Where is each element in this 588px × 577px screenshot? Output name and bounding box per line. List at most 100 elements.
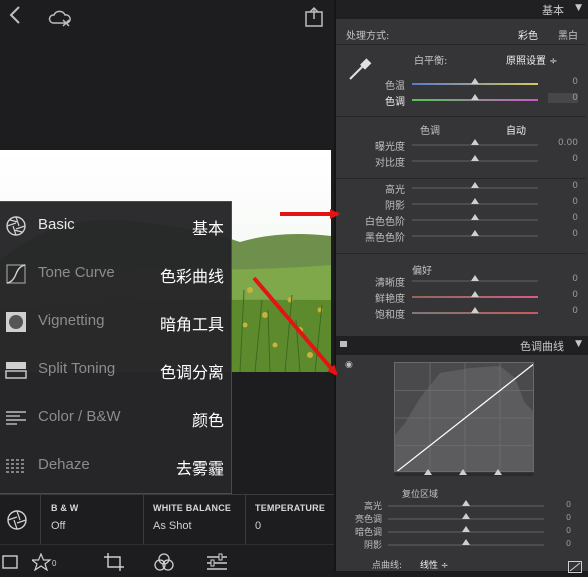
tone-curve-panel-header[interactable]: 色调曲线 ▼ bbox=[336, 336, 588, 355]
region-slider-thumb[interactable] bbox=[462, 513, 470, 519]
slider-value[interactable]: 0 bbox=[548, 93, 578, 103]
menu-item-dehaze[interactable]: Dehaze 去雾霾 bbox=[0, 442, 232, 490]
region-slider-thumb[interactable] bbox=[462, 539, 470, 545]
white-balance-status[interactable]: WHITE BALANCE As Shot bbox=[153, 503, 231, 532]
cloud-sync-off-icon[interactable] bbox=[48, 9, 72, 31]
bw-heading: B & W bbox=[51, 503, 79, 513]
slider-label: 色温 bbox=[385, 81, 405, 92]
slider-label: 阴影 bbox=[385, 201, 405, 212]
rating-count: 0 bbox=[52, 559, 57, 568]
collapse-triangle-icon[interactable]: ▼ bbox=[575, 339, 582, 349]
back-chevron-icon[interactable] bbox=[8, 4, 22, 32]
slider-thumb[interactable] bbox=[471, 139, 479, 145]
white-balance-value: As Shot bbox=[153, 520, 192, 532]
menu-item-label: Tone Curve bbox=[38, 264, 115, 281]
crop-icon[interactable] bbox=[104, 553, 124, 571]
slider-value[interactable]: 0 bbox=[548, 229, 578, 239]
menu-item-basic[interactable]: Basic 基本 bbox=[0, 202, 232, 250]
basic-panel-header[interactable]: 基本 ▼ bbox=[336, 0, 588, 19]
slider-value[interactable]: 0 bbox=[548, 274, 578, 284]
bottom-toolbar: 0 bbox=[0, 544, 334, 571]
presets-icon[interactable] bbox=[154, 553, 174, 571]
slider-value[interactable]: 0 bbox=[548, 154, 578, 164]
region-slider-value[interactable]: 0 bbox=[566, 526, 571, 535]
menu-item-cn-label: 颜色 bbox=[191, 411, 224, 430]
menu-item-label: Basic bbox=[38, 216, 75, 233]
slider-value[interactable]: 0 bbox=[548, 306, 578, 316]
bw-status[interactable]: B & W Off bbox=[51, 503, 79, 532]
region-slider-thumb[interactable] bbox=[462, 526, 470, 532]
tone-auto-button[interactable]: 自动 bbox=[506, 122, 526, 137]
slider-value[interactable]: 0 bbox=[548, 213, 578, 223]
slider-value[interactable]: 0 bbox=[548, 290, 578, 300]
slider-label: 对比度 bbox=[375, 158, 405, 169]
menu-item-cn-label: 暗角工具 bbox=[159, 315, 224, 334]
slider-thumb[interactable] bbox=[471, 291, 479, 297]
region-slider-thumb[interactable] bbox=[462, 500, 470, 506]
target-adjust-icon[interactable]: ◉ bbox=[345, 360, 353, 370]
slider-thumb[interactable] bbox=[471, 155, 479, 161]
adjust-sliders-icon[interactable] bbox=[206, 553, 228, 571]
bw-value: Off bbox=[51, 520, 66, 532]
point-curve-select[interactable]: 线性 ÷ bbox=[420, 558, 448, 571]
slider-thumb[interactable] bbox=[471, 94, 479, 100]
menu-item-cn-label: 色彩曲线 bbox=[159, 267, 224, 286]
slider-value[interactable]: 0 bbox=[548, 181, 578, 191]
white-balance-label: 白平衡: bbox=[414, 56, 448, 67]
region-slider-label: 阴影 bbox=[363, 541, 382, 551]
slider-label: 清晰度 bbox=[375, 278, 405, 289]
slider-thumb[interactable] bbox=[471, 275, 479, 281]
curve-split-handle[interactable] bbox=[494, 469, 502, 475]
slider-label: 高光 bbox=[385, 185, 405, 196]
region-slider-value[interactable]: 0 bbox=[566, 500, 571, 509]
edit-point-curve-icon[interactable] bbox=[568, 558, 582, 577]
temperature-value: 0 bbox=[255, 520, 262, 532]
share-icon[interactable] bbox=[304, 6, 324, 32]
region-slider-label: 暗色调 bbox=[354, 528, 382, 538]
slider-value[interactable]: 0 bbox=[548, 197, 578, 207]
slider-label: 曝光度 bbox=[375, 142, 405, 153]
slider-label: 黑色色阶 bbox=[365, 233, 405, 244]
menu-item-color-bw[interactable]: Color / B&W 颜色 bbox=[0, 394, 232, 442]
white-balance-eyedropper-icon[interactable] bbox=[347, 56, 373, 86]
slider-value[interactable]: 0.00 bbox=[548, 138, 578, 148]
presence-section-label: 偏好 bbox=[412, 266, 432, 277]
treatment-color-option[interactable]: 彩色 bbox=[518, 27, 538, 42]
slider-label: 色调 bbox=[385, 97, 405, 108]
region-slider-value[interactable]: 0 bbox=[566, 539, 571, 548]
slider-thumb[interactable] bbox=[471, 78, 479, 84]
treatment-bw-option[interactable]: 黑白 bbox=[558, 27, 578, 42]
temperature-status[interactable]: TEMPERATURE 0 bbox=[255, 503, 325, 532]
aperture-icon[interactable] bbox=[6, 509, 28, 535]
menu-item-label: Vignetting bbox=[38, 312, 105, 329]
curve-split-handle[interactable] bbox=[459, 469, 467, 475]
slider-thumb[interactable] bbox=[471, 198, 479, 204]
split-toning-icon bbox=[5, 359, 27, 381]
slider-thumb[interactable] bbox=[471, 214, 479, 220]
mobile-app: Basic 基本 Tone Curve 色彩曲线 Vignetting 暗角工具… bbox=[0, 0, 334, 571]
region-slider-value[interactable]: 0 bbox=[566, 513, 571, 522]
tone-curve-graph[interactable] bbox=[394, 362, 534, 472]
menu-item-split-toning[interactable]: Split Toning 色调分离 bbox=[0, 346, 232, 394]
panel-toggle-icon[interactable] bbox=[340, 341, 347, 347]
menu-item-label: Split Toning bbox=[38, 360, 116, 377]
slider-thumb[interactable] bbox=[471, 307, 479, 313]
flag-icon[interactable] bbox=[2, 553, 20, 571]
menu-item-tone-curve[interactable]: Tone Curve 色彩曲线 bbox=[0, 250, 232, 298]
region-label: 复位区域 bbox=[402, 490, 439, 500]
color-bw-icon bbox=[5, 407, 27, 429]
menu-item-cn-label: 基本 bbox=[191, 219, 224, 238]
basic-panel-title: 基本 bbox=[542, 4, 564, 17]
treatment-label: 处理方式: bbox=[346, 31, 390, 42]
slider-thumb[interactable] bbox=[471, 230, 479, 236]
white-balance-select[interactable]: 原照设置 ÷ bbox=[506, 52, 558, 67]
slider-thumb[interactable] bbox=[471, 182, 479, 188]
menu-item-vignetting[interactable]: Vignetting 暗角工具 bbox=[0, 298, 232, 346]
collapse-triangle-icon[interactable]: ▼ bbox=[575, 3, 582, 13]
region-slider-label: 亮色调 bbox=[354, 515, 382, 525]
curve-split-handle[interactable] bbox=[424, 469, 432, 475]
tone-section-label: 色调 bbox=[420, 126, 440, 137]
tone-curve-panel-title: 色调曲线 bbox=[520, 340, 564, 353]
point-curve-label: 点曲线: bbox=[372, 561, 403, 571]
slider-value[interactable]: 0 bbox=[548, 77, 578, 87]
